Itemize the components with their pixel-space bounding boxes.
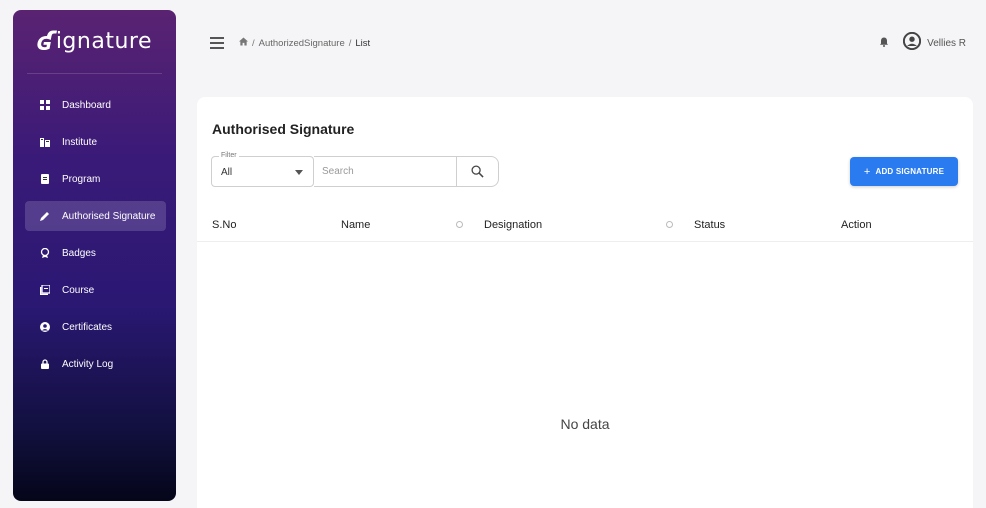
filter-value: All	[221, 167, 233, 178]
add-signature-label: ADD SIGNATURE	[875, 167, 945, 176]
sidebar-item-badges[interactable]: Badges	[25, 238, 166, 268]
sidebar-item-program[interactable]: Program	[25, 164, 166, 194]
sidebar-item-activity-log[interactable]: Activity Log	[25, 349, 166, 379]
pen-icon	[39, 210, 51, 222]
column-header-action: Action	[841, 219, 872, 231]
sidebar-item-label: Institute	[62, 136, 98, 148]
breadcrumb-separator: /	[252, 37, 255, 49]
breadcrumb-separator: /	[348, 37, 352, 49]
program-icon	[39, 173, 51, 185]
search-input[interactable]	[314, 157, 456, 186]
sort-icon[interactable]	[456, 221, 463, 228]
sidebar-item-dashboard[interactable]: Dashboard	[25, 90, 166, 120]
sidebar-item-label: Course	[62, 284, 95, 296]
sidebar-nav: Dashboard Institute Program Authorised S…	[13, 74, 176, 379]
sidebar: ʛ ignature Dashboard Institute Program A…	[13, 10, 176, 501]
user-avatar-icon[interactable]	[903, 31, 922, 55]
column-header-sno: S.No	[212, 219, 237, 231]
sidebar-item-label: Activity Log	[62, 358, 114, 370]
sidebar-item-certificates[interactable]: Certificates	[25, 312, 166, 342]
table-header: S.No Name Designation Status Action	[197, 207, 973, 242]
search-button[interactable]	[456, 157, 498, 186]
dashboard-icon	[39, 99, 51, 111]
lock-icon	[39, 358, 51, 370]
search-group	[314, 156, 499, 187]
plus-icon: +	[863, 165, 871, 178]
search-icon	[471, 165, 484, 178]
certificate-icon	[39, 321, 51, 333]
brand-name: ignature	[55, 29, 152, 54]
institute-icon	[39, 136, 51, 148]
sidebar-item-label: Badges	[62, 247, 96, 259]
hamburger-menu-icon[interactable]	[210, 37, 224, 49]
user-area: Vellies R	[879, 31, 966, 55]
column-header-designation[interactable]: Designation	[484, 219, 542, 231]
column-header-status: Status	[694, 219, 726, 231]
sidebar-item-course[interactable]: Course	[25, 275, 166, 305]
sidebar-item-label: Program	[62, 173, 101, 185]
empty-state-text: No data	[560, 416, 610, 432]
sort-icon[interactable]	[666, 221, 673, 228]
sidebar-item-label: Dashboard	[62, 99, 111, 111]
caret-down-icon	[295, 170, 303, 175]
column-header-name[interactable]: Name	[341, 219, 370, 231]
home-icon[interactable]	[239, 37, 248, 49]
top-bar: / AuthorizedSignature / List Vellies R	[198, 31, 986, 55]
course-icon	[39, 284, 51, 296]
page-title: Authorised Signature	[212, 121, 355, 137]
brand-mark: ʛ	[37, 26, 55, 57]
filter-label: Filter	[219, 152, 239, 159]
add-signature-button[interactable]: + ADD SIGNATURE	[850, 157, 958, 186]
breadcrumb: / AuthorizedSignature / List	[239, 37, 370, 49]
user-name[interactable]: Vellies R	[927, 38, 966, 49]
sidebar-item-authorised-signature[interactable]: Authorised Signature	[25, 201, 166, 231]
filter-select[interactable]: Filter All	[211, 152, 314, 187]
brand-logo[interactable]: ʛ ignature	[27, 10, 162, 74]
breadcrumb-parent[interactable]: AuthorizedSignature	[259, 38, 345, 49]
content-card: Authorised Signature Filter All + ADD SI…	[197, 97, 973, 508]
sidebar-item-institute[interactable]: Institute	[25, 127, 166, 157]
sidebar-item-label: Authorised Signature	[62, 210, 156, 222]
breadcrumb-current: List	[355, 37, 371, 49]
sidebar-item-label: Certificates	[62, 321, 113, 333]
badge-icon	[39, 247, 51, 259]
bell-icon[interactable]	[879, 34, 889, 52]
